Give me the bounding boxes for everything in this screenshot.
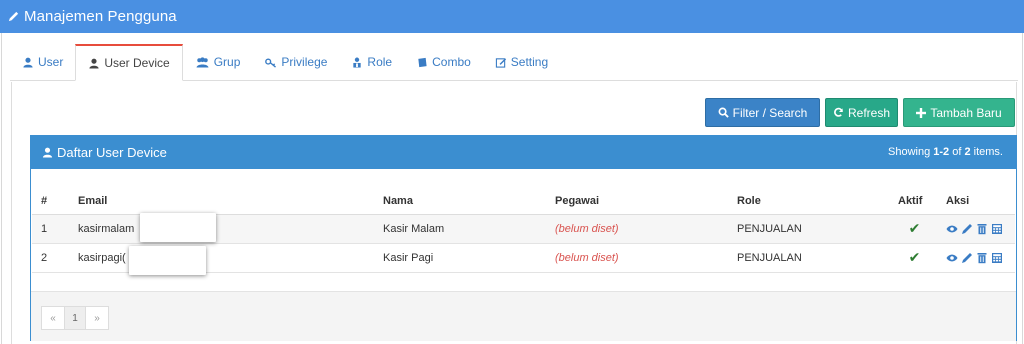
user-icon xyxy=(89,58,99,69)
check-icon: ✔ xyxy=(892,213,937,243)
app-header: Manajemen Pengguna xyxy=(0,0,1024,33)
pencil-icon[interactable] xyxy=(961,223,973,235)
row-nama: Kasir Malam xyxy=(374,213,546,243)
refresh-label: Refresh xyxy=(847,105,891,120)
page-1-button[interactable]: 1 xyxy=(64,306,86,330)
col-pegawai[interactable]: Pegawai xyxy=(546,188,728,215)
plus-icon xyxy=(916,107,927,118)
row-role: PENJUALAN xyxy=(728,242,892,273)
role-icon xyxy=(353,57,362,68)
check-icon: ✔ xyxy=(892,242,937,273)
col-number: # xyxy=(32,188,69,215)
row-number: 1 xyxy=(32,213,69,243)
tab-combo-label: Combo xyxy=(432,55,471,69)
tab-user-label: User xyxy=(38,55,64,69)
key-icon xyxy=(265,58,277,68)
tab-privilege[interactable]: Privilege xyxy=(252,44,339,80)
user-icon xyxy=(42,147,53,158)
tab-role[interactable]: Role xyxy=(339,44,404,80)
calculator-icon[interactable] xyxy=(991,223,1003,235)
page-title: Manajemen Pengguna xyxy=(24,8,177,25)
col-aksi: Aksi xyxy=(937,188,1015,215)
tab-user[interactable]: User xyxy=(10,44,75,80)
row-email: kasirmalam xyxy=(69,213,374,243)
filter-search-label: Filter / Search xyxy=(732,105,808,120)
row-number: 2 xyxy=(32,242,69,273)
filter-search-button[interactable]: Filter / Search xyxy=(705,98,820,127)
pagination: « 1 » xyxy=(41,306,109,330)
tab-combo[interactable]: Combo xyxy=(404,44,483,80)
list-summary: Showing 1-2 of 2 items. xyxy=(888,146,1003,158)
book-icon xyxy=(418,57,427,67)
eye-icon[interactable] xyxy=(946,223,958,235)
row-actions xyxy=(937,213,1015,243)
tab-user-device-label: User Device xyxy=(104,56,170,70)
tab-grup-label: Grup xyxy=(213,55,241,69)
col-role[interactable]: Role xyxy=(728,188,892,215)
tab-setting[interactable]: Setting xyxy=(483,44,560,80)
trash-icon[interactable] xyxy=(976,223,988,235)
row-nama: Kasir Pagi xyxy=(374,242,546,273)
list-header: Daftar User Device Showing 1-2 of 2 item… xyxy=(30,135,1017,169)
redaction-box xyxy=(140,213,216,242)
row-actions xyxy=(937,242,1015,273)
tab-privilege-label: Privilege xyxy=(281,55,328,69)
add-new-button[interactable]: Tambah Baru xyxy=(903,98,1015,127)
add-new-label: Tambah Baru xyxy=(930,105,1002,120)
list-title: Daftar User Device xyxy=(57,144,167,160)
row-role: PENJUALAN xyxy=(728,213,892,243)
pagination-bar: « 1 » xyxy=(31,291,1016,341)
calculator-icon[interactable] xyxy=(991,252,1003,264)
eye-icon[interactable] xyxy=(946,252,958,264)
pencil-icon xyxy=(8,11,19,22)
tab-setting-label: Setting xyxy=(510,55,549,69)
row-email: kasirpagi( xyxy=(69,242,374,273)
col-nama[interactable]: Nama xyxy=(374,188,546,215)
prev-page-button[interactable]: « xyxy=(41,306,65,330)
tab-grup[interactable]: Grup xyxy=(183,44,253,80)
next-page-button[interactable]: » xyxy=(85,306,109,330)
tab-bar: User User Device Grup Privilege Role Com… xyxy=(10,44,1018,81)
row-pegawai: (belum diset) xyxy=(546,242,728,273)
col-aktif[interactable]: Aktif xyxy=(892,188,937,215)
edit-icon xyxy=(495,57,506,68)
user-icon xyxy=(23,57,33,68)
redaction-box xyxy=(129,246,206,275)
pencil-icon[interactable] xyxy=(961,252,973,264)
refresh-button[interactable]: Refresh xyxy=(825,98,898,127)
trash-icon[interactable] xyxy=(976,252,988,264)
tab-role-label: Role xyxy=(367,55,393,69)
col-email[interactable]: Email xyxy=(69,188,374,215)
search-icon xyxy=(718,107,729,118)
tab-user-device[interactable]: User Device xyxy=(75,44,183,81)
group-icon xyxy=(196,56,209,68)
row-pegawai: (belum diset) xyxy=(546,213,728,243)
refresh-icon xyxy=(834,107,843,117)
